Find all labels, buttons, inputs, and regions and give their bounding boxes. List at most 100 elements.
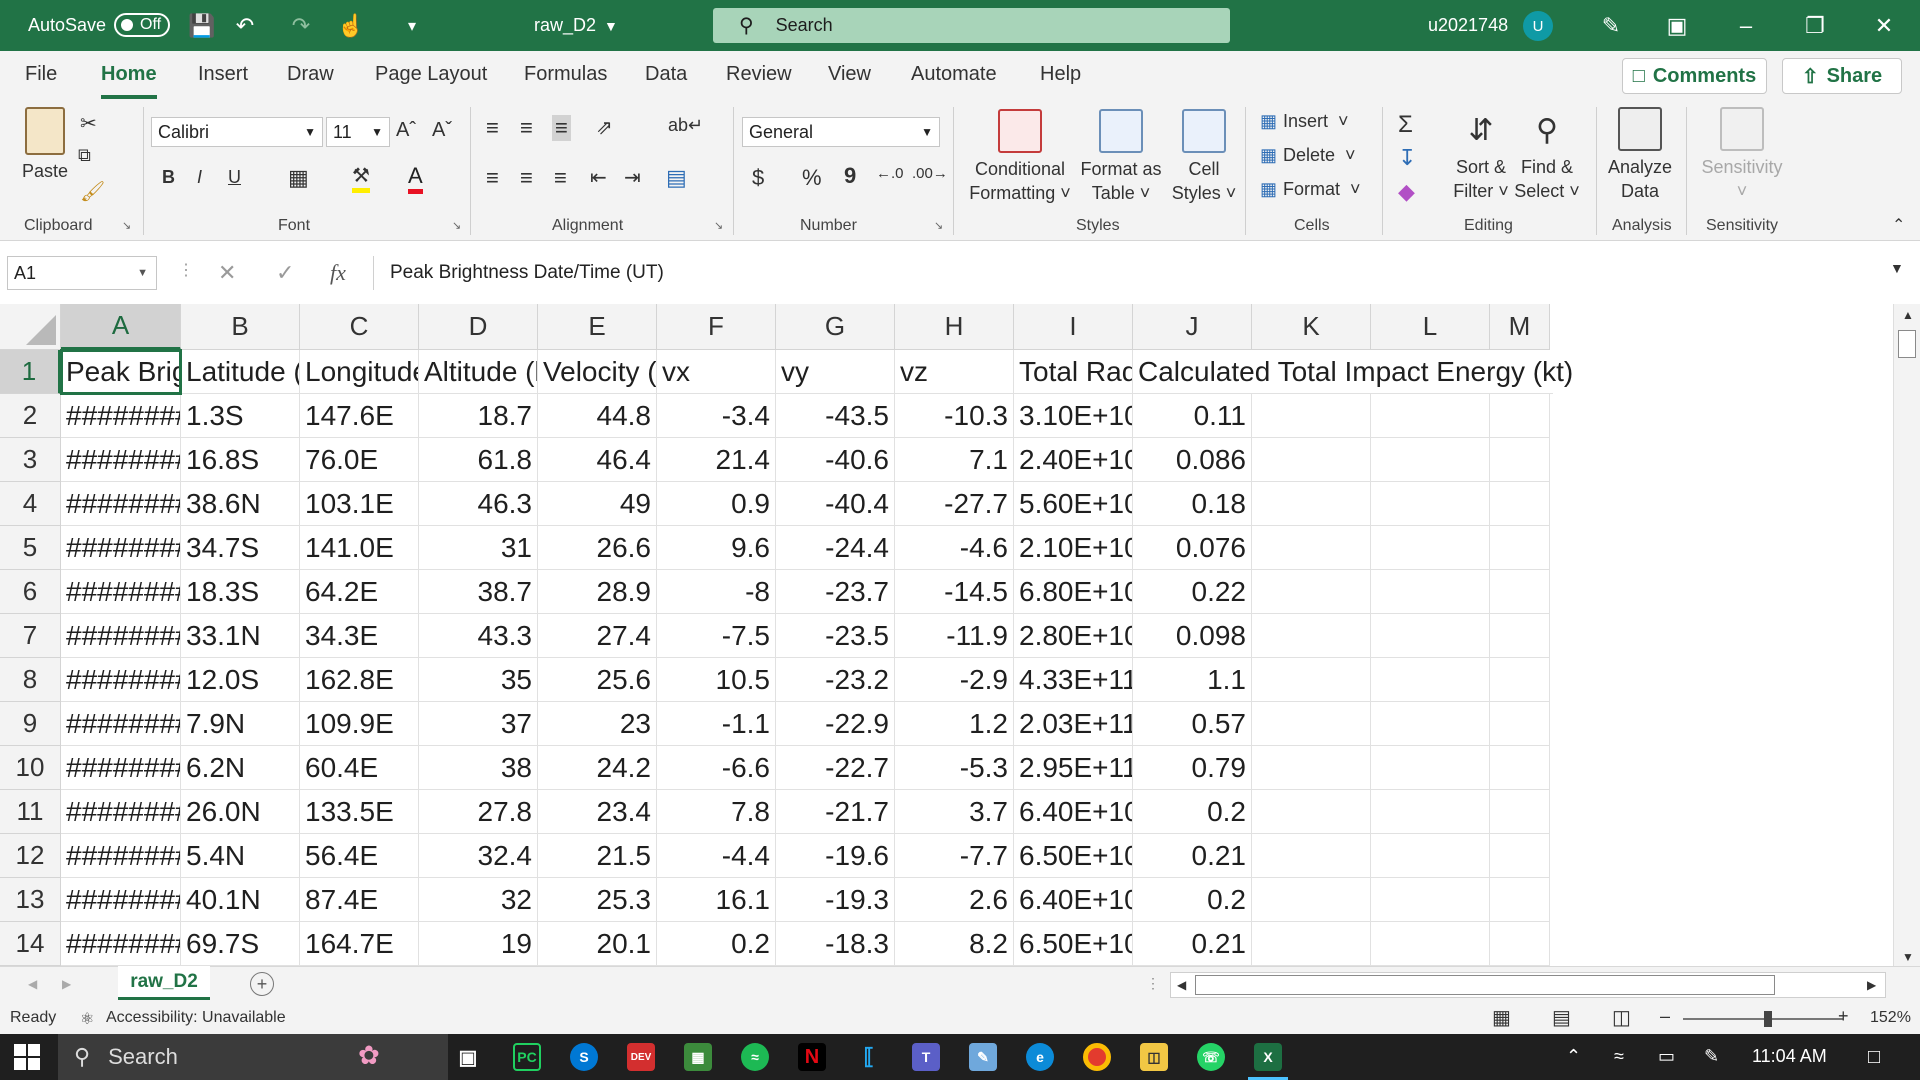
- column-header[interactable]: A: [61, 304, 181, 350]
- table-cell[interactable]: -27.7: [895, 482, 1014, 526]
- sheet-next-icon[interactable]: ▶: [62, 977, 71, 991]
- merge-center-icon[interactable]: ▤: [666, 165, 687, 191]
- table-cell[interactable]: 46.3: [419, 482, 538, 526]
- header-cell[interactable]: Longitude: [300, 350, 419, 394]
- page-break-view-icon[interactable]: ◫: [1612, 1005, 1631, 1030]
- table-cell[interactable]: 10.5: [657, 658, 776, 702]
- table-cell[interactable]: [1371, 746, 1490, 790]
- table-cell[interactable]: [1371, 526, 1490, 570]
- scroll-down-icon[interactable]: ▼: [1902, 950, 1914, 964]
- align-bottom-icon[interactable]: ≡: [552, 115, 571, 141]
- table-cell[interactable]: -22.9: [776, 702, 895, 746]
- table-cell[interactable]: [1490, 658, 1550, 702]
- table-cell[interactable]: ########: [61, 482, 181, 526]
- table-cell[interactable]: [1252, 570, 1371, 614]
- table-cell[interactable]: 162.8E: [300, 658, 419, 702]
- orientation-icon[interactable]: ⇗: [596, 115, 613, 140]
- table-cell[interactable]: ########: [61, 878, 181, 922]
- select-all-button[interactable]: [0, 304, 61, 350]
- cut-icon[interactable]: ✂: [80, 111, 97, 136]
- zoom-slider-thumb[interactable]: [1764, 1011, 1772, 1027]
- table-cell[interactable]: 0.098: [1133, 614, 1252, 658]
- table-cell[interactable]: 38.6N: [181, 482, 300, 526]
- table-cell[interactable]: 35: [419, 658, 538, 702]
- table-cell[interactable]: 4.33E+11: [1014, 658, 1133, 702]
- table-cell[interactable]: [1252, 658, 1371, 702]
- table-cell[interactable]: -4.4: [657, 834, 776, 878]
- table-cell[interactable]: 7.1: [895, 438, 1014, 482]
- table-cell[interactable]: -6.6: [657, 746, 776, 790]
- scroll-left-icon[interactable]: ◀: [1177, 978, 1186, 992]
- table-cell[interactable]: 16.8S: [181, 438, 300, 482]
- decrease-font-icon[interactable]: Aˇ: [432, 119, 452, 142]
- customize-qat-icon[interactable]: ▾: [395, 0, 429, 51]
- column-header[interactable]: G: [776, 304, 895, 350]
- table-cell[interactable]: -21.7: [776, 790, 895, 834]
- tab-data[interactable]: Data: [645, 63, 687, 86]
- table-cell[interactable]: 25.6: [538, 658, 657, 702]
- table-cell[interactable]: 109.9E: [300, 702, 419, 746]
- row-header[interactable]: 2: [0, 394, 61, 438]
- table-cell[interactable]: 6.40E+10: [1014, 790, 1133, 834]
- cancel-icon[interactable]: ✕: [218, 260, 236, 286]
- row-header[interactable]: 6: [0, 570, 61, 614]
- ribbon-display-icon[interactable]: ▣: [1649, 0, 1705, 51]
- header-cell[interactable]: Velocity (k: [538, 350, 657, 394]
- table-cell[interactable]: -4.6: [895, 526, 1014, 570]
- sheet-tab-raw-d2[interactable]: raw_D2: [118, 966, 210, 1000]
- table-cell[interactable]: -22.7: [776, 746, 895, 790]
- table-cell[interactable]: 21.4: [657, 438, 776, 482]
- save-icon[interactable]: 💾: [185, 0, 219, 51]
- add-sheet-icon[interactable]: +: [250, 972, 274, 996]
- table-cell[interactable]: 27.4: [538, 614, 657, 658]
- header-cell[interactable]: Calculated Total Impact Energy (kt): [1133, 350, 1573, 394]
- fill-color-icon[interactable]: ⚒: [352, 163, 370, 193]
- table-cell[interactable]: 0.21: [1133, 922, 1252, 966]
- table-cell[interactable]: ########: [61, 438, 181, 482]
- table-cell[interactable]: -23.2: [776, 658, 895, 702]
- table-cell[interactable]: 0.2: [657, 922, 776, 966]
- table-cell[interactable]: 0.086: [1133, 438, 1252, 482]
- align-left-icon[interactable]: ≡: [486, 165, 499, 191]
- wifi-icon[interactable]: ≈: [1614, 1046, 1624, 1067]
- table-cell[interactable]: 5.4N: [181, 834, 300, 878]
- collapse-ribbon-icon[interactable]: ⌃: [1892, 215, 1905, 235]
- table-cell[interactable]: 7.8: [657, 790, 776, 834]
- format-cells-button[interactable]: ▦ Format ˅: [1260, 179, 1361, 200]
- sort-filter-button[interactable]: ⇵ Sort & Filter ˅: [1450, 107, 1512, 203]
- column-header[interactable]: D: [419, 304, 538, 350]
- increase-indent-icon[interactable]: ⇥: [624, 165, 641, 190]
- font-launcher-icon[interactable]: ↘: [452, 219, 461, 232]
- file-explorer-icon[interactable]: ◫: [1140, 1043, 1168, 1071]
- table-cell[interactable]: 33.1N: [181, 614, 300, 658]
- table-cell[interactable]: [1371, 482, 1490, 526]
- notifications-icon[interactable]: □: [1868, 1046, 1880, 1069]
- table-cell[interactable]: 0.79: [1133, 746, 1252, 790]
- table-cell[interactable]: 147.6E: [300, 394, 419, 438]
- table-cell[interactable]: [1490, 570, 1550, 614]
- column-header[interactable]: H: [895, 304, 1014, 350]
- table-cell[interactable]: 2.40E+10: [1014, 438, 1133, 482]
- zoom-level[interactable]: 152%: [1870, 1009, 1911, 1027]
- table-cell[interactable]: -14.5: [895, 570, 1014, 614]
- table-cell[interactable]: [1252, 922, 1371, 966]
- table-cell[interactable]: -8: [657, 570, 776, 614]
- clear-icon[interactable]: ◆: [1398, 179, 1415, 205]
- table-cell[interactable]: 46.4: [538, 438, 657, 482]
- table-cell[interactable]: [1371, 834, 1490, 878]
- whatsapp-icon[interactable]: ☏: [1197, 1043, 1225, 1071]
- row-header[interactable]: 1: [0, 350, 61, 394]
- expand-formula-icon[interactable]: ▼: [1890, 260, 1904, 276]
- table-cell[interactable]: 0.2: [1133, 878, 1252, 922]
- tab-formulas[interactable]: Formulas: [524, 63, 607, 86]
- undo-icon[interactable]: ↶: [228, 0, 262, 51]
- notepad-icon[interactable]: ✎: [969, 1043, 997, 1071]
- minimize-icon[interactable]: –: [1718, 0, 1774, 51]
- table-cell[interactable]: 31: [419, 526, 538, 570]
- analyze-data-button[interactable]: Analyze Data: [1604, 107, 1676, 203]
- row-header[interactable]: 5: [0, 526, 61, 570]
- align-right-icon[interactable]: ≡: [554, 165, 567, 191]
- devc-icon[interactable]: DEV: [627, 1043, 655, 1071]
- table-cell[interactable]: -24.4: [776, 526, 895, 570]
- table-cell[interactable]: -19.6: [776, 834, 895, 878]
